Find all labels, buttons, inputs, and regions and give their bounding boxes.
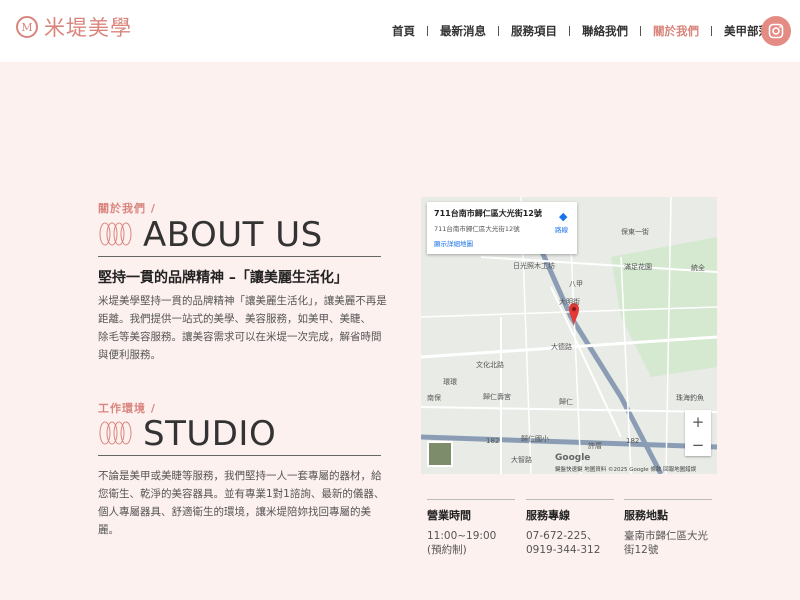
- map-zoom-control: + −: [685, 410, 711, 456]
- about-section-label: 關於我們 /: [98, 202, 156, 215]
- map-label: 八甲: [569, 280, 583, 288]
- nav-item-contact[interactable]: 聯絡我們: [570, 23, 640, 39]
- instagram-button[interactable]: [761, 16, 791, 46]
- map-label: 日光照木工坊: [513, 262, 555, 270]
- phone-link[interactable]: 0919-344-312: [526, 543, 614, 557]
- about-text-line: 除毛等美容服務。讓美容需求可以在米堤一次完成，解省時間: [98, 331, 382, 343]
- info-hours: 營業時間 11:00~19:00 (預約制): [427, 499, 515, 557]
- nav-item-home[interactable]: 首頁: [380, 23, 427, 39]
- decorative-rings-icon: [99, 222, 132, 246]
- map-label: 大智路: [511, 456, 532, 464]
- info-divider: [427, 499, 515, 500]
- map-label: 文化北路: [476, 361, 504, 369]
- phone-link[interactable]: 07-672-225、: [526, 529, 614, 543]
- map-label: 保東一街: [621, 228, 649, 236]
- map-label: 大德路: [551, 343, 572, 351]
- info-value: 07-672-225、 0919-344-312: [526, 529, 614, 557]
- info-line: 11:00~19:00: [427, 530, 497, 542]
- about-slogan: 堅持一貫的品牌精神 –「讓美麗生活化」: [98, 270, 348, 286]
- about-text: 米堤美學堅持一貫的品牌精神「讓美麗生活化」，讓美麗不再是 距離。我們提供一站式的…: [98, 292, 387, 364]
- nav-item-about[interactable]: 關於我們: [641, 23, 711, 39]
- zoom-out-button[interactable]: −: [685, 433, 711, 456]
- info-value: 臺南市歸仁區大光 街12號: [624, 529, 712, 557]
- map-place-card: 711台南市歸仁區大光街12號 711台南市歸仁區大光街12號 顯示詳細地圖 ◆…: [427, 202, 577, 254]
- main-nav: 首頁 最新消息 服務項目 聯絡我們 關於我們 美甲部落: [380, 23, 782, 39]
- nav-item-services[interactable]: 服務項目: [499, 23, 569, 39]
- about-text-line: 與便利服務。: [98, 349, 161, 361]
- instagram-icon: [768, 23, 784, 39]
- map-label: 珠海釣魚: [676, 394, 704, 402]
- info-line: 街12號: [624, 544, 659, 556]
- google-map[interactable]: 日光照木工坊 滿足花園 八甲 大明街 大德路 文化北路 環環 南保 歸仁壽宮 歸…: [421, 197, 717, 474]
- studio-text-line: 麗。: [98, 524, 119, 536]
- info-title: 營業時間: [427, 509, 471, 522]
- map-address-sub: 711台南市歸仁區大光街12號: [434, 225, 520, 233]
- map-label: 歸仁壽宮: [483, 393, 511, 401]
- map-label: 環環: [443, 378, 457, 386]
- logo-mark-icon: M: [16, 16, 38, 38]
- map-label: 歸仁國小: [521, 435, 549, 443]
- studio-title: STUDIO: [143, 414, 277, 454]
- nav-item-news[interactable]: 最新消息: [428, 23, 498, 39]
- map-label: 許厝: [588, 442, 602, 450]
- satellite-toggle[interactable]: [427, 441, 453, 467]
- google-logo: Google: [555, 453, 591, 463]
- info-title: 服務專線: [526, 509, 570, 522]
- info-line: 臺南市歸仁區大光: [624, 530, 708, 542]
- about-text-line: 米堤美學堅持一貫的品牌精神「讓美麗生活化」，讓美麗不再是: [98, 295, 387, 307]
- map-label: 統全: [691, 264, 705, 272]
- info-location: 服務地點 臺南市歸仁區大光 街12號: [624, 499, 712, 557]
- site-header: M 米堤美學 首頁 最新消息 服務項目 聯絡我們 關於我們 美甲部落: [0, 0, 800, 62]
- info-line: (預約制): [427, 544, 467, 556]
- studio-text: 不論是美甲或美睫等服務，我們堅持一人一套專屬的器材，給 您衛生、乾淨的美容器具。…: [98, 467, 384, 539]
- zoom-in-button[interactable]: +: [685, 410, 711, 433]
- studio-text-line: 不論是美甲或美睫等服務，我們堅持一人一套專屬的器材，給: [98, 470, 382, 482]
- studio-divider: [98, 455, 381, 456]
- studio-text-line: 您衛生、乾淨的美容器具。並有專業1對1諮詢、最新的儀器、: [98, 488, 385, 500]
- map-label: 182: [486, 437, 500, 445]
- view-larger-map-link[interactable]: 顯示詳細地圖: [434, 238, 570, 248]
- map-label: 182: [626, 437, 640, 445]
- map-label: 大明街: [559, 298, 580, 306]
- map-attribution[interactable]: 鍵盤快速鍵 地圖資料 ©2025 Google 條款 回報地圖錯誤: [555, 465, 696, 473]
- info-divider: [624, 499, 712, 500]
- directions-link[interactable]: 路線: [555, 224, 568, 234]
- brand-logo[interactable]: M 米堤美學: [16, 12, 132, 42]
- map-address: 711台南市歸仁區大光街12號: [434, 209, 542, 218]
- brand-name: 米堤美學: [44, 16, 132, 40]
- map-label: 南保: [427, 394, 441, 402]
- decorative-rings-icon: [99, 421, 132, 445]
- studio-text-line: 個人專屬器具、舒適衛生的環境，讓米堤陪妳找回專屬的美: [98, 506, 371, 518]
- about-divider: [98, 256, 381, 257]
- info-divider: [526, 499, 614, 500]
- info-phone: 服務專線 07-672-225、 0919-344-312: [526, 499, 614, 557]
- about-title: ABOUT US: [143, 215, 323, 255]
- about-text-line: 距離。我們提供一站式的美學、美容服務，如美甲、美睫、: [98, 313, 371, 325]
- map-label: 歸仁: [559, 398, 573, 406]
- info-value: 11:00~19:00 (預約制): [427, 529, 515, 557]
- directions-icon[interactable]: ◆: [559, 210, 567, 223]
- info-title: 服務地點: [624, 509, 668, 522]
- map-label: 滿足花園: [624, 263, 652, 271]
